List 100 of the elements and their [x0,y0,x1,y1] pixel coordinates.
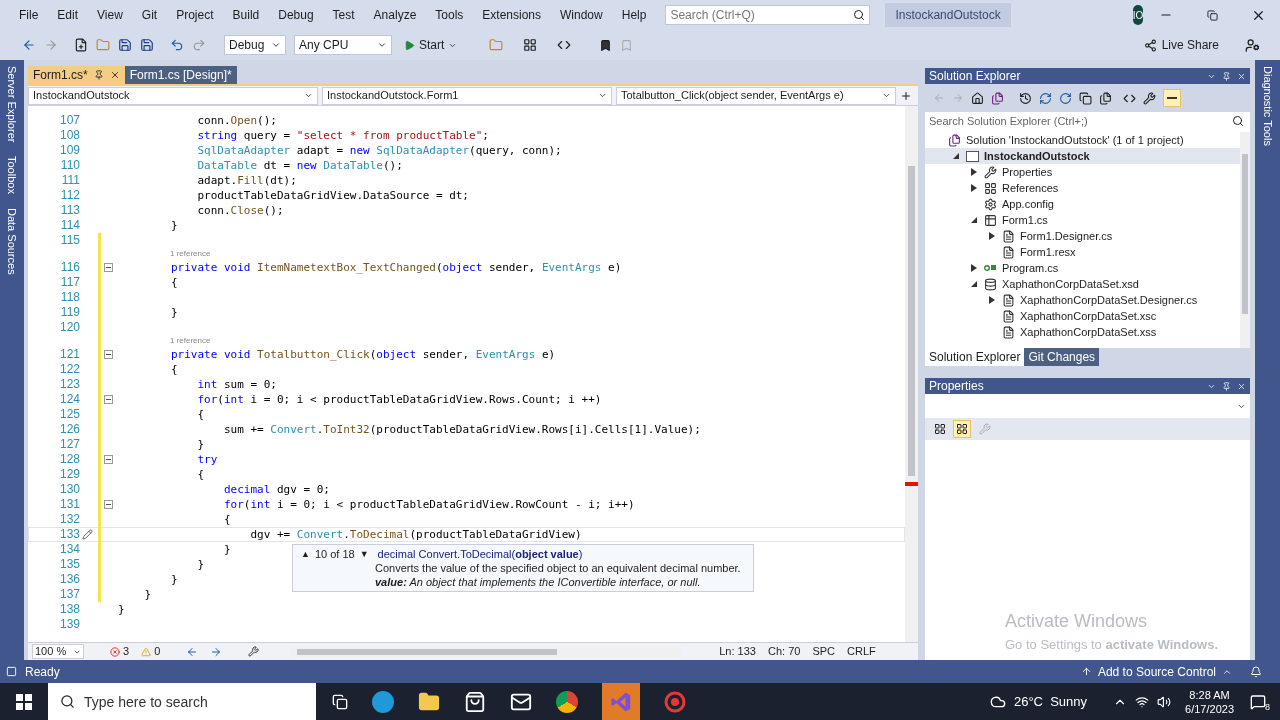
tree-item[interactable]: XaphathonCorpDataSet.xsc [925,308,1240,324]
source-control-button[interactable]: Add to Source Control [1080,662,1232,681]
solution-view-icon[interactable] [991,91,1004,105]
store-icon[interactable] [464,690,486,713]
expanded-arrow-icon[interactable] [971,217,977,223]
show-all-files-icon[interactable] [1099,91,1112,105]
navigation-dropdown[interactable]: InstockandOutstock [28,86,318,105]
navigation-dropdown[interactable]: Totalbutton_Click(object sender, EventArgs e) [616,86,896,105]
account-settings-icon[interactable] [1245,37,1260,53]
pin-icon[interactable] [93,70,104,80]
scrollbar-thumb[interactable] [297,648,558,655]
menu-item[interactable]: Edit [57,6,79,24]
close-icon[interactable] [109,70,120,80]
tree-item[interactable]: XaphathonCorpDataSet.xsd [925,276,1240,292]
menu-item[interactable]: Extensions [482,6,542,24]
bookmark-icon[interactable] [599,38,613,52]
tree-item[interactable]: Program.cs [925,260,1240,276]
search-icon[interactable] [1232,115,1244,127]
code-lens[interactable]: 1 reference [118,248,211,260]
tree-item[interactable]: InstockandOutstock [925,148,1240,164]
split-icon[interactable] [900,89,912,102]
collapsed-arrow-icon[interactable] [971,184,977,192]
tree-item[interactable]: References [925,180,1240,196]
browser-icon[interactable] [372,690,394,713]
horizontal-scrollbar[interactable] [291,646,682,657]
file-explorer-icon[interactable] [418,690,440,713]
platform-dropdown[interactable]: Any CPU [294,35,392,55]
home-icon[interactable] [971,91,984,105]
panel-tab[interactable]: Git Changes [1024,348,1100,366]
code-icon[interactable] [557,38,572,52]
menu-item[interactable]: Build [232,6,260,24]
collapse-box-icon[interactable] [104,350,113,359]
close-icon[interactable] [1237,71,1246,81]
collapse-box-icon[interactable] [104,395,113,404]
wrench-icon[interactable] [1143,91,1156,105]
scrollbar-thumb[interactable] [908,166,915,476]
next-overload-button[interactable]: ▼ [359,547,369,561]
close-icon[interactable] [1237,381,1246,391]
taskbar-search-field[interactable]: Type here to search [48,683,316,720]
zoom-dropdown[interactable]: 100 % [32,644,84,659]
collapsed-arrow-icon[interactable] [989,296,995,304]
live-share-button[interactable]: Live Share [1143,35,1219,55]
alphabetical-button[interactable] [953,420,971,438]
tree-item[interactable]: App.config [925,196,1240,212]
expanded-arrow-icon[interactable] [971,281,977,287]
sync-icon[interactable] [1039,91,1052,105]
save-icon[interactable] [118,38,132,52]
refresh-icon[interactable] [1059,91,1072,105]
tree-item[interactable]: Form1.resx [925,244,1240,260]
menu-item[interactable]: Project [176,6,214,24]
collapsed-arrow-icon[interactable] [971,168,977,176]
pin-icon[interactable] [1222,381,1231,391]
layout-icon[interactable] [523,38,538,52]
network-icon[interactable] [1135,694,1150,709]
collapse-box-icon[interactable] [104,500,113,509]
document-tab[interactable]: Form1.cs* [28,66,125,84]
previous-issue-icon[interactable] [186,645,199,658]
tree-item[interactable]: XaphathonCorpDataSet.Designer.cs [925,292,1240,308]
preview-toggle[interactable] [1163,89,1181,107]
side-tab[interactable]: Toolbox [3,156,21,195]
menu-item[interactable]: Git [141,6,158,24]
notifications-icon[interactable] [1250,665,1262,678]
expanded-arrow-icon[interactable] [953,153,959,159]
tree-item[interactable]: XaphathonCorpDataSet.xss [925,324,1240,340]
menu-item[interactable]: View [97,6,123,24]
save-all-icon[interactable] [140,38,154,52]
vertical-scrollbar[interactable] [1240,132,1250,348]
menu-item[interactable]: Debug [278,6,314,24]
navigation-dropdown[interactable]: InstockandOutstock.Form1 [322,86,612,105]
collapse-box-icon[interactable] [104,455,113,464]
menu-item[interactable]: Test [332,6,355,24]
menu-item[interactable]: Tools [435,6,464,24]
pin-icon[interactable] [1222,71,1231,81]
code-lens[interactable]: 1 reference [118,335,211,347]
configuration-dropdown[interactable]: Debug [224,35,286,55]
menu-item[interactable]: Help [621,6,647,24]
recorder-icon[interactable] [664,690,686,713]
collapse-box-icon[interactable] [104,263,113,272]
menu-item[interactable]: File [19,6,39,24]
volume-icon[interactable] [1157,694,1172,709]
search-icon[interactable] [853,9,866,21]
error-count[interactable]: 3 [123,643,130,660]
tree-item[interactable]: Form1.cs [925,212,1240,228]
collapsed-arrow-icon[interactable] [971,264,977,272]
scrollbar-thumb[interactable] [1242,154,1248,314]
warning-count[interactable]: 0 [154,643,161,660]
panel-tab[interactable]: Solution Explorer [925,348,1025,366]
history-icon[interactable] [1019,91,1032,105]
tree-item[interactable]: Solution 'InstockandOutstock' (1 of 1 project) [925,132,1240,148]
search-icon[interactable] [60,694,75,709]
side-tab[interactable]: Server Explorer [3,66,21,143]
tree-item[interactable]: Properties [925,164,1240,180]
back-icon[interactable] [22,38,36,52]
undo-icon[interactable] [170,38,184,52]
start-button[interactable]: Start [400,35,462,55]
account-avatar[interactable]: IO [1132,5,1144,25]
tree-item[interactable]: Form1.Designer.cs [925,228,1240,244]
collapse-all-icon[interactable] [1079,91,1092,105]
search-field[interactable]: Search Solution Explorer (Ctrl+;) [925,112,1250,130]
windows-start-icon[interactable] [16,693,32,710]
